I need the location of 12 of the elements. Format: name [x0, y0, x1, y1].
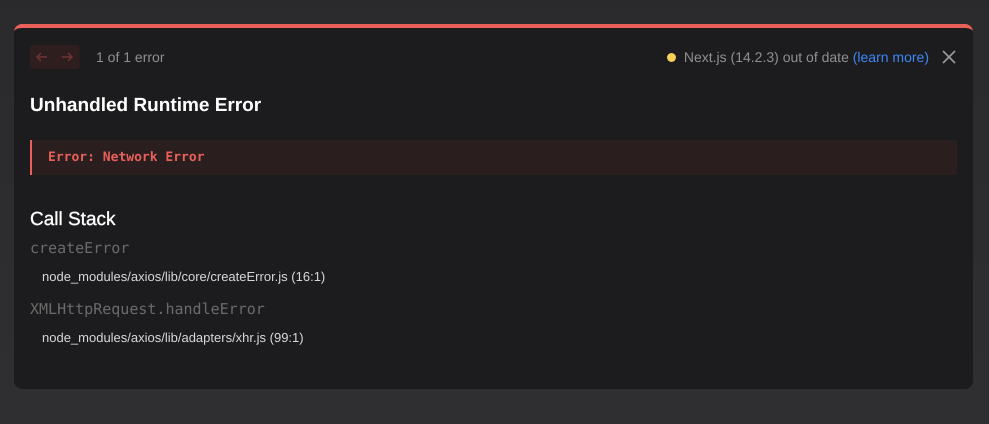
- close-icon[interactable]: [941, 49, 957, 65]
- status-dot: [666, 52, 676, 62]
- call-stack-heading: Call Stack: [30, 209, 117, 231]
- error-counter: 1 of 1 error: [96, 49, 164, 65]
- stack-function-name: XMLHttpRequest.handleError: [30, 300, 266, 318]
- stack-file-location[interactable]: node_modules/axios/lib/adapters/xhr.js (99:1): [30, 330, 957, 345]
- version-notice: Next.js (14.2.3) out of date (learn more): [684, 49, 929, 65]
- error-message: Error: Network Error: [30, 140, 957, 175]
- stack-file-location[interactable]: node_modules/axios/lib/core/createError.js (16:1): [30, 269, 957, 284]
- error-title: Unhandled Runtime Error: [30, 95, 262, 117]
- stack-function-name: createError: [30, 239, 130, 257]
- learn-more-link[interactable]: (learn more): [852, 49, 929, 65]
